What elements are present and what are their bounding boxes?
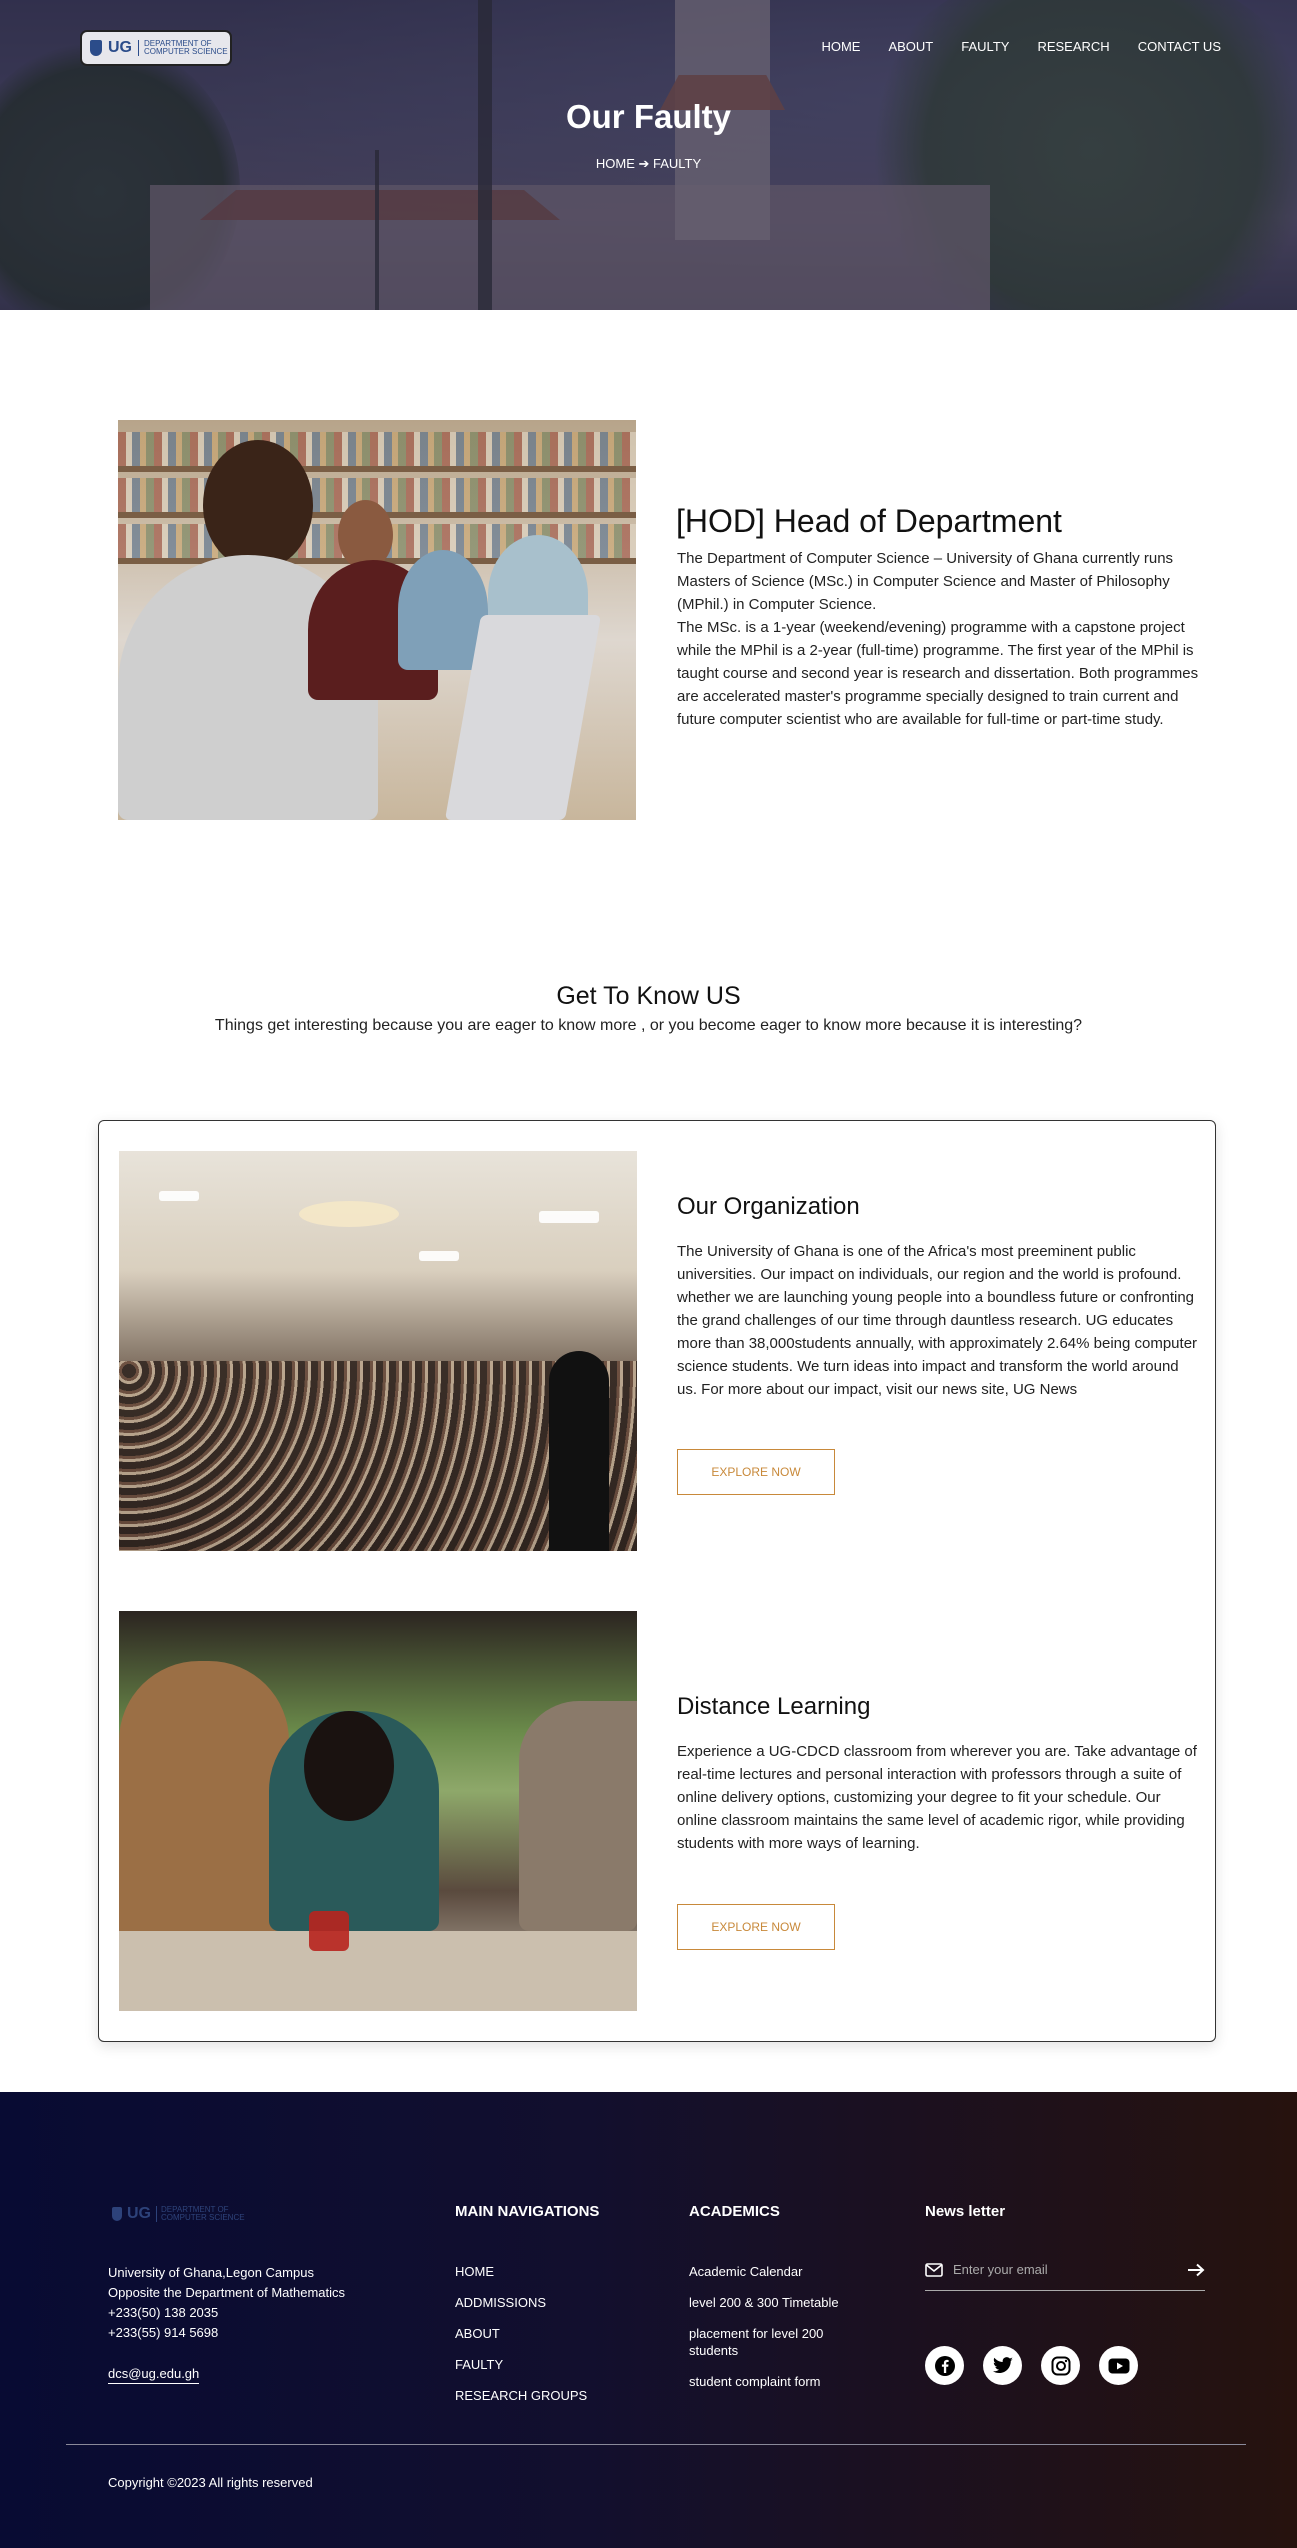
ceiling-light <box>539 1211 599 1223</box>
student <box>519 1701 637 1931</box>
twitter-icon[interactable] <box>983 2346 1022 2385</box>
nav-contact[interactable]: CONTACT US <box>1138 39 1221 54</box>
footer-email-link[interactable]: dcs@ug.edu.gh <box>108 2366 200 2384</box>
envelope-icon <box>925 2262 943 2277</box>
ceiling-light <box>299 1201 399 1227</box>
footer: UG DEPARTMENT OF COMPUTER SCIENCE Univer… <box>0 2092 1297 2548</box>
nav-research[interactable]: RESEARCH <box>1037 39 1109 54</box>
phone-number: +233(50) 138 2035 <box>108 2305 219 2320</box>
footer-address: University of Ghana,Legon Campus Opposit… <box>108 2263 345 2343</box>
placement-link[interactable]: placement for level 200 students <box>689 2326 823 2358</box>
footer-nav-research-groups[interactable]: RESEARCH GROUPS <box>455 2388 587 2403</box>
organization-explore-button[interactable]: EXPLORE NOW <box>677 1449 835 1495</box>
footer-nav-item: RESEARCH GROUPS <box>455 2387 587 2404</box>
student <box>119 1661 289 1961</box>
copyright: Copyright ©2023 All rights reserved <box>108 2475 313 2490</box>
page-title: Our Faulty <box>565 98 732 135</box>
complaint-form-link[interactable]: student complaint form <box>689 2374 821 2389</box>
footer-divider <box>66 2444 1246 2445</box>
footer-nav-item: ABOUT <box>455 2325 587 2342</box>
newsletter-form <box>925 2249 1205 2291</box>
footer-nav-admissions[interactable]: ADDMISSIONS <box>455 2295 546 2310</box>
hero-banner: UG DEPARTMENT OF COMPUTER SCIENCE HOME A… <box>0 0 1297 310</box>
hod-title: [HOD] Head of Department <box>676 503 1062 539</box>
speaker <box>549 1351 609 1551</box>
footer-nav-faulty[interactable]: FAULTY <box>455 2357 503 2372</box>
ceiling-light <box>419 1251 459 1261</box>
crest-icon <box>112 2207 122 2221</box>
newsletter-heading: News letter <box>925 2203 1006 2220</box>
nav-about[interactable]: ABOUT <box>888 39 933 54</box>
footer-logo[interactable]: UG DEPARTMENT OF COMPUTER SCIENCE <box>112 2205 245 2223</box>
instagram-icon[interactable] <box>1041 2346 1080 2385</box>
hod-text: The Department of Computer Science – Uni… <box>677 547 1202 731</box>
site-logo[interactable]: UG DEPARTMENT OF COMPUTER SCIENCE <box>80 30 232 66</box>
distance-explore-button[interactable]: EXPLORE NOW <box>677 1904 835 1950</box>
footer-academics-item: student complaint form <box>689 2373 869 2390</box>
nav-faulty[interactable]: FAULTY <box>961 39 1009 54</box>
mug <box>309 1911 349 1951</box>
bookshelf-row <box>118 432 636 466</box>
breadcrumb: HOME ➔ FAULTY <box>595 156 702 171</box>
organization-title: Our Organization <box>677 1193 860 1220</box>
footer-nav-heading: MAIN NAVIGATIONS <box>455 2203 600 2220</box>
footer-nav-item: FAULTY <box>455 2356 587 2373</box>
logo-abbr: UG <box>108 39 132 56</box>
section-subtitle: Things get interesting because you are e… <box>214 1017 1083 1034</box>
hod-paragraph-2: The MSc. is a 1-year (weekend/evening) p… <box>677 619 1199 728</box>
timetable-link[interactable]: level 200 & 300 Timetable <box>689 2295 839 2310</box>
footer-logo-abbr: UG <box>127 2205 151 2222</box>
main-nav: HOME ABOUT FAULTY RESEARCH CONTACT US <box>821 39 1221 54</box>
footer-academics-heading: ACADEMICS <box>689 2203 780 2220</box>
footer-nav-list: HOME ADDMISSIONS ABOUT FAULTY RESEARCH G… <box>455 2263 587 2418</box>
footer-academics-item: placement for level 200 students <box>689 2325 869 2359</box>
social-links <box>925 2346 1138 2385</box>
footer-nav-item: ADDMISSIONS <box>455 2294 587 2311</box>
facebook-icon[interactable] <box>925 2346 964 2385</box>
organization-image <box>119 1151 637 1551</box>
newsletter-email-input[interactable] <box>953 2262 1163 2277</box>
distance-learning-image <box>119 1611 637 2011</box>
footer-academics-item: level 200 & 300 Timetable <box>689 2294 869 2311</box>
nav-home[interactable]: HOME <box>821 39 860 54</box>
person-head <box>203 440 313 570</box>
youtube-icon[interactable] <box>1099 2346 1138 2385</box>
footer-academics-list: Academic Calendar level 200 & 300 Timeta… <box>689 2263 869 2404</box>
academic-calendar-link[interactable]: Academic Calendar <box>689 2264 802 2279</box>
desk <box>119 1931 637 2011</box>
ceiling-light <box>159 1191 199 1201</box>
hod-image <box>118 420 636 820</box>
hod-paragraph-1: The Department of Computer Science – Uni… <box>677 550 1174 613</box>
arrow-right-icon[interactable] <box>1187 2263 1205 2277</box>
student-head <box>304 1711 394 1821</box>
address-line: Opposite the Department of Mathematics <box>108 2285 346 2300</box>
footer-logo-dept-line2: COMPUTER SCIENCE <box>161 2213 245 2222</box>
distance-text: Experience a UG-CDCD classroom from wher… <box>677 1743 1197 1852</box>
crest-icon <box>90 40 102 56</box>
section-title: Get To Know US <box>556 982 741 1010</box>
address-line: University of Ghana,Legon Campus <box>108 2265 314 2280</box>
logo-dept-line2: COMPUTER SCIENCE <box>144 47 228 56</box>
phone-number: +233(55) 914 5698 <box>108 2325 219 2340</box>
footer-logo-dept: DEPARTMENT OF COMPUTER SCIENCE <box>156 2206 245 2222</box>
footer-nav-home[interactable]: HOME <box>455 2264 494 2279</box>
logo-dept: DEPARTMENT OF COMPUTER SCIENCE <box>138 40 228 56</box>
distance-title: Distance Learning <box>677 1693 871 1720</box>
shelf <box>118 466 636 472</box>
footer-nav-item: HOME <box>455 2263 587 2280</box>
footer-nav-about[interactable]: ABOUT <box>455 2326 500 2341</box>
organization-text: The University of Ghana is one of the Af… <box>677 1243 1198 1398</box>
footer-academics-item: Academic Calendar <box>689 2263 869 2280</box>
